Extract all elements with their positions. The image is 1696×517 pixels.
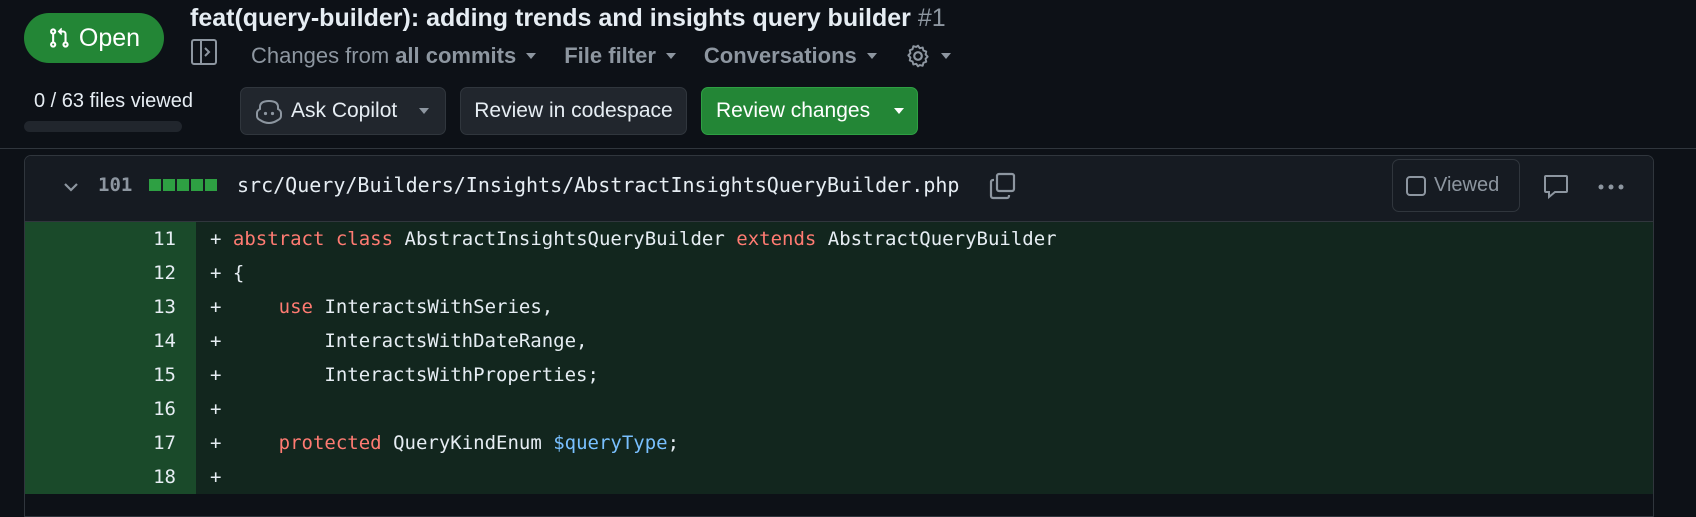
diff-line: 16 + — [25, 392, 1653, 426]
sidebar-expand-icon[interactable] — [190, 38, 218, 66]
chevron-down-icon — [866, 53, 877, 59]
code-text: + abstract class AbstractInsightsQueryBu… — [210, 228, 1057, 250]
files-viewed-progress-bar — [24, 121, 182, 132]
chevron-down-icon — [419, 108, 430, 114]
line-number[interactable]: 13 — [25, 290, 196, 324]
code-text: + InteractsWithProperties; — [210, 364, 599, 386]
pr-title-text: feat(query-builder): adding trends and i… — [190, 4, 911, 32]
code-text: + protected QueryKindEnum $queryType; — [210, 432, 680, 454]
changed-line-count: 101 — [98, 174, 133, 196]
code-text: + { — [210, 262, 245, 284]
diff-line: 18 + — [25, 460, 1653, 494]
chevron-down-icon — [665, 53, 676, 59]
conversations-dropdown[interactable]: Conversations — [704, 43, 877, 69]
review-in-codespace-button[interactable]: Review in codespace — [460, 87, 687, 135]
settings-dropdown[interactable] — [905, 43, 951, 69]
review-changes-label: Review changes — [716, 99, 871, 122]
line-number[interactable]: 12 — [25, 256, 196, 290]
diff-line: 11 + abstract class AbstractInsightsQuer… — [25, 222, 1653, 256]
line-number[interactable]: 17 — [25, 426, 196, 460]
code-text: + — [210, 466, 233, 488]
diff-code: 11 + abstract class AbstractInsightsQuer… — [25, 222, 1653, 494]
review-changes-button[interactable]: Review changes — [701, 87, 918, 135]
chevron-down-icon — [526, 53, 537, 59]
pr-number: #1 — [917, 4, 946, 32]
copilot-icon — [256, 99, 282, 124]
copy-icon[interactable] — [988, 171, 1018, 201]
line-number[interactable]: 15 — [25, 358, 196, 392]
code-text: + InteractsWithDateRange, — [210, 330, 588, 352]
files-viewed-counter: 0 / 63 files viewed — [34, 90, 193, 112]
code-text: + — [210, 398, 233, 420]
line-number[interactable]: 11 — [25, 222, 196, 256]
pr-sticky-header: Open feat(query-builder): adding trends … — [0, 0, 1696, 149]
git-pull-request-icon — [49, 27, 69, 48]
chevron-down-icon — [894, 108, 904, 114]
diffstat-bar — [149, 179, 217, 191]
gear-icon — [907, 44, 929, 68]
line-number[interactable]: 18 — [25, 460, 196, 494]
pr-state-label: Open — [78, 23, 141, 52]
changes-from-prefix: Changes from — [251, 43, 390, 68]
diff-file-header: 101 src/Query/Builders/Insights/Abstract… — [25, 156, 1653, 222]
viewed-checkbox[interactable] — [1406, 175, 1426, 196]
kebab-horizontal-icon[interactable] — [1596, 173, 1626, 201]
conversations-label: Conversations — [703, 43, 857, 68]
line-number[interactable]: 16 — [25, 392, 196, 426]
ask-copilot-button[interactable]: Ask Copilot — [240, 87, 446, 135]
changes-from-value: all commits — [395, 43, 517, 68]
file-filter-dropdown[interactable]: File filter — [564, 43, 676, 69]
line-number[interactable]: 14 — [25, 324, 196, 358]
file-filter-label: File filter — [564, 43, 656, 68]
diff-line: 15 + InteractsWithProperties; — [25, 358, 1653, 392]
diff-file: 101 src/Query/Builders/Insights/Abstract… — [24, 155, 1654, 517]
diff-nav: Changes from all commits File filter Con… — [251, 40, 951, 72]
code-text: + use InteractsWithSeries, — [210, 296, 554, 318]
pr-title: feat(query-builder): adding trends and i… — [190, 4, 946, 33]
review-changes-dropdown[interactable] — [877, 88, 917, 134]
pr-state-badge: Open — [24, 13, 164, 63]
diff-line: 13 + use InteractsWithSeries, — [25, 290, 1653, 324]
diff-line: 14 + InteractsWithDateRange, — [25, 324, 1653, 358]
diff-line: 12 + { — [25, 256, 1653, 290]
review-in-codespace-label: Review in codespace — [474, 99, 673, 122]
ask-copilot-label: Ask Copilot — [291, 99, 398, 122]
file-path[interactable]: src/Query/Builders/Insights/AbstractInsi… — [237, 173, 959, 197]
changes-from-dropdown[interactable]: Changes from all commits — [251, 43, 537, 69]
viewed-label: Viewed — [1434, 174, 1500, 196]
comment-icon[interactable] — [1542, 172, 1570, 200]
diff-line: 17 + protected QueryKindEnum $queryType; — [25, 426, 1653, 460]
chevron-down-icon[interactable] — [60, 176, 82, 198]
chevron-down-icon — [940, 53, 951, 59]
viewed-checkbox-button[interactable]: Viewed — [1392, 159, 1520, 212]
